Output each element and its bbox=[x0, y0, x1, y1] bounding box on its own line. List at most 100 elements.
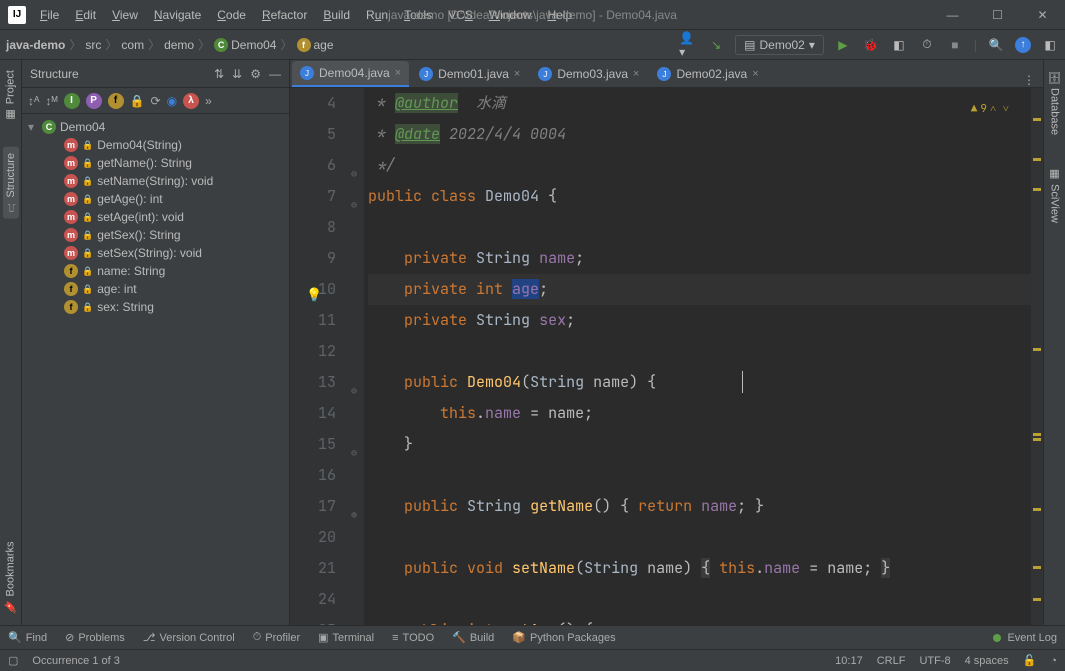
tree-member[interactable]: m🔒getSex(): String bbox=[22, 226, 289, 244]
intention-bulb-icon[interactable]: 💡 bbox=[306, 279, 322, 310]
menu-file[interactable]: File bbox=[32, 8, 67, 22]
expand-all-icon[interactable]: ⇅ bbox=[214, 67, 224, 81]
status-tool-icon[interactable]: ▢ bbox=[8, 654, 18, 667]
search-everywhere-icon[interactable]: 🔍 bbox=[987, 36, 1005, 54]
tool-problems[interactable]: ⊘ Problems bbox=[65, 631, 125, 644]
show-fields-icon[interactable]: f bbox=[108, 93, 124, 109]
profile-button[interactable]: ⏱ bbox=[918, 36, 936, 54]
status-readonly-icon[interactable]: 🔓 bbox=[1023, 654, 1037, 667]
lambda-icon[interactable]: λ bbox=[183, 93, 199, 109]
autoscroll-icon[interactable]: ◉ bbox=[167, 94, 177, 108]
editor-tab[interactable]: JDemo04.java× bbox=[292, 61, 409, 87]
crumb-demo[interactable]: demo bbox=[164, 38, 194, 52]
tree-root[interactable]: ▾CDemo04 bbox=[22, 118, 289, 136]
problems-badge[interactable]: ▲ 9 ˄ ˅ bbox=[971, 94, 1009, 125]
fold-marker[interactable]: ⊖ bbox=[351, 437, 357, 468]
code-editor[interactable]: 456789101112131415161720212425 ⊖⊖⊖⊖⊕ ▲ 9… bbox=[290, 88, 1043, 625]
tool-vcs[interactable]: ⎇ Version Control bbox=[143, 631, 235, 644]
tree-member[interactable]: f🔒sex: String bbox=[22, 298, 289, 316]
menu-edit[interactable]: Edit bbox=[67, 8, 104, 22]
minimize-button[interactable]: — bbox=[930, 0, 975, 30]
more-icon[interactable]: » bbox=[205, 94, 212, 108]
tool-python[interactable]: 📦 Python Packages bbox=[512, 631, 615, 644]
tree-member[interactable]: f🔒age: int bbox=[22, 280, 289, 298]
tool-terminal[interactable]: ▣ Terminal bbox=[318, 631, 374, 644]
close-tab-icon[interactable]: × bbox=[633, 68, 639, 80]
menu-view[interactable]: View bbox=[104, 8, 146, 22]
close-tab-icon[interactable]: × bbox=[514, 68, 520, 80]
tree-member[interactable]: m🔒setName(String): void bbox=[22, 172, 289, 190]
editor-tab[interactable]: JDemo01.java× bbox=[411, 61, 528, 87]
tool-find[interactable]: 🔍 Find bbox=[8, 631, 47, 644]
menu-navigate[interactable]: Navigate bbox=[146, 8, 209, 22]
editor-tab[interactable]: JDemo03.java× bbox=[530, 61, 647, 87]
user-icon[interactable]: 👤▾ bbox=[679, 36, 697, 54]
code-content[interactable]: ▲ 9 ˄ ˅ * @author 水滴 * @date 2022/4/4 00… bbox=[364, 88, 1031, 625]
status-encoding[interactable]: UTF-8 bbox=[919, 655, 950, 667]
collapse-all-icon[interactable]: ⇊ bbox=[232, 67, 242, 81]
tool-project[interactable]: ▦ Project bbox=[2, 64, 19, 127]
maximize-button[interactable]: ☐ bbox=[975, 0, 1020, 30]
error-stripe[interactable] bbox=[1031, 88, 1043, 625]
tabs-more-icon[interactable]: ⋮ bbox=[1023, 73, 1035, 87]
show-inherited-icon[interactable]: 🔒 bbox=[130, 94, 145, 108]
menu-code[interactable]: Code bbox=[209, 8, 254, 22]
menu-build[interactable]: Build bbox=[315, 8, 358, 22]
event-log-button[interactable]: Event Log bbox=[1007, 632, 1057, 644]
coverage-button[interactable]: ◧ bbox=[890, 36, 908, 54]
close-tab-icon[interactable]: × bbox=[752, 68, 758, 80]
fold-marker[interactable]: ⊖ bbox=[351, 158, 357, 189]
tool-profiler[interactable]: ⏱ Profiler bbox=[253, 631, 300, 644]
text-cursor bbox=[742, 371, 743, 393]
hide-panel-icon[interactable]: — bbox=[269, 67, 281, 81]
fold-marker[interactable]: ⊖ bbox=[351, 189, 357, 220]
tool-todo[interactable]: ≡ TODO bbox=[392, 632, 434, 644]
sort-icon[interactable]: ↕ᴬ bbox=[28, 94, 39, 108]
crumb-member[interactable]: fage bbox=[297, 38, 334, 52]
titlebar: IJ File Edit View Navigate Code Refactor… bbox=[0, 0, 1065, 30]
settings-icon[interactable]: ⚙ bbox=[250, 67, 261, 81]
crumb-src[interactable]: src bbox=[85, 38, 101, 52]
tree-member[interactable]: f🔒name: String bbox=[22, 262, 289, 280]
tree-member[interactable]: m🔒setAge(int): void bbox=[22, 208, 289, 226]
show-properties-icon[interactable]: P bbox=[86, 93, 102, 109]
structure-tree[interactable]: ▾CDemo04m🔒Demo04(String)m🔒getName(): Str… bbox=[22, 114, 289, 625]
close-tab-icon[interactable]: × bbox=[395, 67, 401, 79]
ide-settings-icon[interactable]: ◧ bbox=[1041, 36, 1059, 54]
sort-visibility-icon[interactable]: ↕ᴹ bbox=[45, 94, 57, 108]
tool-database[interactable]: 🗄 Database bbox=[1046, 64, 1063, 141]
tool-sciview[interactable]: ▦ SciView bbox=[1046, 161, 1063, 229]
editor-tab[interactable]: JDemo02.java× bbox=[649, 61, 766, 87]
run-button[interactable]: ▶ bbox=[834, 36, 852, 54]
crumb-project[interactable]: java-demo bbox=[6, 38, 65, 52]
debug-button[interactable]: 🐞 bbox=[862, 36, 880, 54]
build-hammer-icon[interactable]: ↘ bbox=[707, 36, 725, 54]
status-caret-pos[interactable]: 10:17 bbox=[835, 655, 863, 667]
fold-gutter[interactable]: ⊖⊖⊖⊖⊕ bbox=[350, 88, 364, 625]
update-icon[interactable]: ↑ bbox=[1015, 37, 1031, 53]
run-config-selector[interactable]: ▤ Demo02 ▾ bbox=[735, 35, 824, 55]
crumb-com[interactable]: com bbox=[121, 38, 144, 52]
stop-button[interactable]: ■ bbox=[946, 36, 964, 54]
status-indent[interactable]: 4 spaces bbox=[965, 655, 1009, 667]
show-anon-icon[interactable]: ⟳ bbox=[151, 94, 161, 108]
fold-marker[interactable]: ⊖ bbox=[351, 375, 357, 406]
menu-refactor[interactable]: Refactor bbox=[254, 8, 315, 22]
fold-marker[interactable]: ⊕ bbox=[351, 499, 357, 530]
navigation-bar: java-demo 〉 src 〉 com 〉 demo 〉 CDemo04 〉… bbox=[0, 30, 1065, 60]
status-server-icon[interactable]: ◔ bbox=[1050, 655, 1057, 667]
show-classes-icon[interactable]: I bbox=[64, 93, 80, 109]
close-button[interactable]: ✕ bbox=[1020, 0, 1065, 30]
status-line-sep[interactable]: CRLF bbox=[877, 655, 906, 667]
tree-member[interactable]: m🔒setSex(String): void bbox=[22, 244, 289, 262]
bottom-tool-stripe: 🔍 Find ⊘ Problems ⎇ Version Control ⏱ Pr… bbox=[0, 625, 1065, 649]
tool-structure[interactable]: ⎍ Structure bbox=[3, 147, 19, 219]
structure-title: Structure bbox=[30, 67, 79, 81]
structure-panel: Structure ⇅ ⇊ ⚙ — ↕ᴬ ↕ᴹ I P f 🔒 ⟳ ◉ λ » … bbox=[22, 60, 290, 625]
tree-member[interactable]: m🔒getName(): String bbox=[22, 154, 289, 172]
tool-build[interactable]: 🔨 Build bbox=[452, 631, 494, 644]
tree-member[interactable]: m🔒getAge(): int bbox=[22, 190, 289, 208]
tree-member[interactable]: m🔒Demo04(String) bbox=[22, 136, 289, 154]
tool-bookmarks[interactable]: 🔖 Bookmarks bbox=[2, 535, 19, 619]
crumb-class[interactable]: CDemo04 bbox=[214, 38, 276, 52]
